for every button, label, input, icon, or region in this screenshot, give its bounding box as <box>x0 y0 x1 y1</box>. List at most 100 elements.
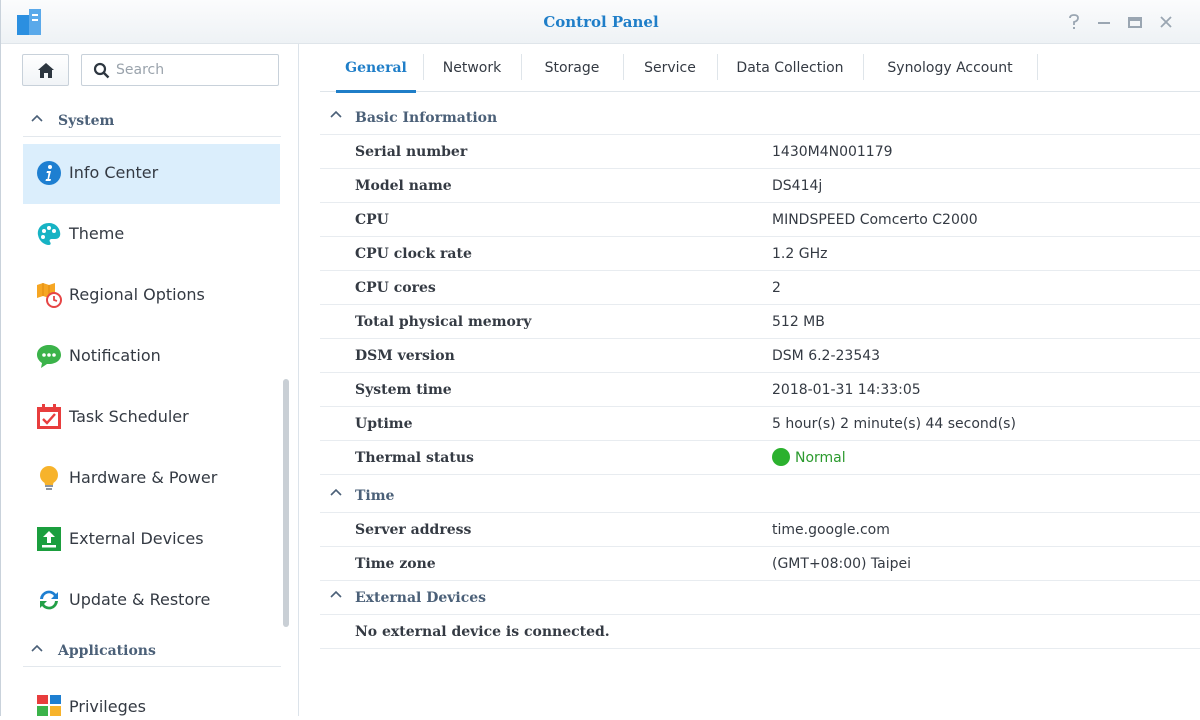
sidebar-item-external-devices[interactable]: External Devices <box>23 510 280 570</box>
sidebar-item-hardware-power[interactable]: Hardware & Power <box>23 449 280 509</box>
info-icon <box>36 160 62 186</box>
chevron-up-icon <box>330 589 342 605</box>
control-panel-window: Control Panel Search System Info Center … <box>0 0 1200 716</box>
lightbulb-icon <box>36 465 62 491</box>
minimize-icon[interactable] <box>1096 14 1112 30</box>
info-value: 2 <box>772 280 781 296</box>
tab-bar: General Network Storage Service Data Col… <box>320 44 1200 93</box>
sidebar: System Info Center Theme Regional Option… <box>1 44 299 716</box>
info-row: Model name DS414j <box>320 169 1200 203</box>
info-value: 2018-01-31 14:33:05 <box>772 382 921 398</box>
info-key: Time zone <box>355 556 436 572</box>
sidebar-item-label: Update & Restore <box>69 590 211 609</box>
sidebar-item-notification[interactable]: Notification <box>23 327 280 387</box>
tab-label: Storage <box>544 60 600 76</box>
section-applications-label: Applications <box>58 643 156 659</box>
sidebar-item-label: Task Scheduler <box>69 407 189 426</box>
info-value: DSM 6.2-23543 <box>772 348 881 364</box>
upload-icon <box>36 526 62 552</box>
help-icon[interactable] <box>1066 14 1082 30</box>
info-key: CPU cores <box>355 280 436 296</box>
info-row: Uptime 5 hour(s) 2 minute(s) 44 second(s… <box>320 407 1200 441</box>
group-title: External Devices <box>355 590 487 606</box>
maximize-icon[interactable] <box>1127 14 1143 30</box>
search-icon <box>93 62 110 79</box>
chevron-up-icon <box>31 643 43 659</box>
tab-synology-account[interactable]: Synology Account <box>864 44 1036 92</box>
info-key: CPU clock rate <box>355 246 472 262</box>
tab-label: Synology Account <box>887 60 1013 76</box>
thermal-status-text: Normal <box>795 450 846 466</box>
sidebar-item-label: Theme <box>69 224 125 243</box>
sidebar-item-label: Regional Options <box>69 285 205 304</box>
info-key: System time <box>355 382 452 398</box>
info-row: Total physical memory 512 MB <box>320 305 1200 339</box>
chevron-up-icon <box>31 113 43 129</box>
info-value: time.google.com <box>772 522 890 538</box>
title-bar[interactable]: Control Panel <box>1 0 1200 44</box>
group-external-devices[interactable]: External Devices <box>320 581 1200 615</box>
sidebar-item-theme[interactable]: Theme <box>23 205 280 265</box>
sidebar-item-info-center[interactable]: Info Center <box>23 144 280 204</box>
home-icon <box>38 63 54 78</box>
group-basic-information[interactable]: Basic Information <box>320 101 1200 135</box>
info-row: DSM version DSM 6.2-23543 <box>320 339 1200 373</box>
info-row: CPU cores 2 <box>320 271 1200 305</box>
window-title: Control Panel <box>543 13 659 31</box>
sidebar-item-label: Notification <box>69 346 161 365</box>
info-key: Thermal status <box>355 450 474 466</box>
external-devices-message: No external device is connected. <box>355 624 610 640</box>
section-applications[interactable]: Applications <box>23 637 281 667</box>
info-row: Server address time.google.com <box>320 513 1200 547</box>
sidebar-item-label: Privileges <box>69 697 146 716</box>
search-box[interactable] <box>81 54 279 86</box>
sidebar-item-privileges[interactable]: Privileges <box>23 676 280 716</box>
info-row: Time zone (GMT+08:00) Taipei <box>320 547 1200 581</box>
sidebar-scrollbar-thumb[interactable] <box>283 379 289 627</box>
tab-network[interactable]: Network <box>424 44 520 92</box>
chevron-up-icon <box>330 487 342 503</box>
thermal-status: Normal <box>772 448 846 466</box>
group-time[interactable]: Time <box>320 479 1200 513</box>
info-key: Total physical memory <box>355 314 532 330</box>
regional-options-icon <box>36 282 62 308</box>
section-system[interactable]: System <box>23 107 281 137</box>
chevron-up-icon <box>330 109 342 125</box>
tab-label: Data Collection <box>736 60 844 76</box>
refresh-icon <box>36 587 62 613</box>
info-value: 1430M4N001179 <box>772 144 893 160</box>
tab-general[interactable]: General <box>330 44 422 93</box>
info-key: Uptime <box>355 416 413 432</box>
info-row: CPU clock rate 1.2 GHz <box>320 237 1200 271</box>
info-value: (GMT+08:00) Taipei <box>772 556 912 572</box>
calendar-check-icon <box>36 404 62 430</box>
close-icon[interactable] <box>1158 14 1174 30</box>
privileges-icon <box>36 694 62 720</box>
info-value: 5 hour(s) 2 minute(s) 44 second(s) <box>772 416 1016 432</box>
tab-label: Service <box>644 60 696 76</box>
info-key: Model name <box>355 178 452 194</box>
info-value: DS414j <box>772 178 823 194</box>
sidebar-item-label: Hardware & Power <box>69 468 218 487</box>
search-input[interactable] <box>116 60 272 80</box>
tab-label: General <box>345 60 407 76</box>
section-system-label: System <box>58 113 115 129</box>
home-button[interactable] <box>22 54 69 86</box>
tab-data-collection[interactable]: Data Collection <box>718 44 862 92</box>
info-row: CPU MINDSPEED Comcerto C2000 <box>320 203 1200 237</box>
info-value: 512 MB <box>772 314 825 330</box>
group-title: Basic Information <box>355 110 498 126</box>
tab-separator <box>1037 54 1038 80</box>
info-value: MINDSPEED Comcerto C2000 <box>772 212 978 228</box>
info-key: Server address <box>355 522 472 538</box>
sidebar-item-update-restore[interactable]: Update & Restore <box>23 571 280 631</box>
status-ok-icon <box>772 448 790 466</box>
tab-service[interactable]: Service <box>624 44 716 92</box>
sidebar-item-task-scheduler[interactable]: Task Scheduler <box>23 388 280 448</box>
active-tab-indicator <box>336 90 416 93</box>
chat-bubble-icon <box>36 343 62 369</box>
info-key: DSM version <box>355 348 455 364</box>
info-key: CPU <box>355 212 389 228</box>
sidebar-item-regional-options[interactable]: Regional Options <box>23 266 280 326</box>
tab-storage[interactable]: Storage <box>522 44 622 92</box>
